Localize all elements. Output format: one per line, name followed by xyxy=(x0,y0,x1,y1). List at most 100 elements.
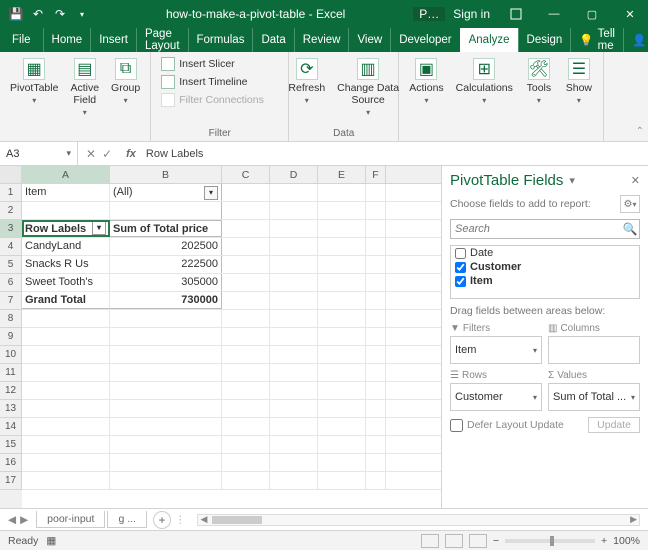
cell-E14[interactable] xyxy=(318,418,366,435)
field-customer[interactable]: Customer xyxy=(451,260,639,274)
cell-A12[interactable] xyxy=(22,382,110,399)
cell-A3[interactable]: Row Labels▾ xyxy=(22,220,110,237)
tab-view[interactable]: View xyxy=(348,28,390,52)
cell-E10[interactable] xyxy=(318,346,366,363)
cell-A1[interactable]: Item xyxy=(22,184,110,201)
cell-A14[interactable] xyxy=(22,418,110,435)
col-header-f[interactable]: F xyxy=(366,166,386,183)
sheet-nav-prev-icon[interactable]: ◀ xyxy=(8,514,16,526)
pane-dropdown-icon[interactable]: ▾ xyxy=(569,174,575,187)
cell-D11[interactable] xyxy=(270,364,318,381)
cell-F6[interactable] xyxy=(366,274,386,291)
cell-F17[interactable] xyxy=(366,472,386,489)
field-item[interactable]: Item xyxy=(451,274,639,288)
row-header-5[interactable]: 5 xyxy=(0,256,22,274)
cell-E7[interactable] xyxy=(318,292,366,309)
cell-C11[interactable] xyxy=(222,364,270,381)
cell-C15[interactable] xyxy=(222,436,270,453)
row-header-14[interactable]: 14 xyxy=(0,418,22,436)
cell-D16[interactable] xyxy=(270,454,318,471)
values-area[interactable]: Sum of Total ...▾ xyxy=(548,383,640,411)
zoom-in-button[interactable]: + xyxy=(601,535,607,547)
cell-E3[interactable] xyxy=(318,220,366,237)
row-header-8[interactable]: 8 xyxy=(0,310,22,328)
cell-B4[interactable]: 202500 xyxy=(110,238,222,255)
cell-E1[interactable] xyxy=(318,184,366,201)
macro-record-icon[interactable]: ▦ xyxy=(46,535,56,547)
spreadsheet-grid[interactable]: A B C D E F 1234567891011121314151617 It… xyxy=(0,166,442,508)
calculations-button[interactable]: ⊞Calculations▾ xyxy=(452,56,517,107)
cell-F13[interactable] xyxy=(366,400,386,417)
row-header-3[interactable]: 3 xyxy=(0,220,22,238)
active-field-button[interactable]: ▤Active Field▾ xyxy=(66,56,103,119)
ribbon-options-icon[interactable] xyxy=(498,0,534,28)
actions-button[interactable]: ▣Actions▾ xyxy=(405,56,447,107)
cell-C13[interactable] xyxy=(222,400,270,417)
row-header-7[interactable]: 7 xyxy=(0,292,22,310)
row-header-17[interactable]: 17 xyxy=(0,472,22,490)
cell-B9[interactable] xyxy=(110,328,222,345)
cell-C7[interactable] xyxy=(222,292,270,309)
zoom-out-button[interactable]: − xyxy=(493,535,499,547)
col-header-b[interactable]: B xyxy=(110,166,222,183)
cell-D9[interactable] xyxy=(270,328,318,345)
cell-F3[interactable] xyxy=(366,220,386,237)
chevron-down-icon[interactable]: ▾ xyxy=(66,148,71,159)
cell-F11[interactable] xyxy=(366,364,386,381)
cell-B7[interactable]: 730000 xyxy=(110,292,222,309)
cell-B12[interactable] xyxy=(110,382,222,399)
row-header-16[interactable]: 16 xyxy=(0,454,22,472)
cell-C9[interactable] xyxy=(222,328,270,345)
cell-F4[interactable] xyxy=(366,238,386,255)
tell-me[interactable]: 💡Tell me xyxy=(570,28,623,52)
tab-review[interactable]: Review xyxy=(294,28,349,52)
tab-file[interactable]: File xyxy=(0,28,43,52)
cell-E6[interactable] xyxy=(318,274,366,291)
tab-formulas[interactable]: Formulas xyxy=(188,28,253,52)
field-date[interactable]: Date xyxy=(451,246,639,260)
cell-A11[interactable] xyxy=(22,364,110,381)
cell-D2[interactable] xyxy=(270,202,318,219)
undo-icon[interactable]: ↶ xyxy=(28,4,48,24)
sign-in-button[interactable]: Sign in xyxy=(447,7,496,21)
cell-D15[interactable] xyxy=(270,436,318,453)
redo-icon[interactable]: ↷ xyxy=(50,4,70,24)
cell-C8[interactable] xyxy=(222,310,270,327)
row-header-2[interactable]: 2 xyxy=(0,202,22,220)
cell-B8[interactable] xyxy=(110,310,222,327)
row-header-6[interactable]: 6 xyxy=(0,274,22,292)
cell-F14[interactable] xyxy=(366,418,386,435)
cell-B10[interactable] xyxy=(110,346,222,363)
normal-view-button[interactable] xyxy=(421,534,439,548)
save-icon[interactable]: 💾 xyxy=(6,4,26,24)
cell-D10[interactable] xyxy=(270,346,318,363)
cell-E17[interactable] xyxy=(318,472,366,489)
cell-A17[interactable] xyxy=(22,472,110,489)
cell-D17[interactable] xyxy=(270,472,318,489)
minimize-button[interactable]: — xyxy=(536,0,572,28)
insert-timeline-button[interactable]: Insert Timeline xyxy=(157,74,268,90)
cell-B14[interactable] xyxy=(110,418,222,435)
cell-B1[interactable]: (All)▾ xyxy=(110,184,222,201)
field-item-checkbox[interactable] xyxy=(455,276,466,287)
cell-A13[interactable] xyxy=(22,400,110,417)
sheet-tab-2[interactable]: g ... xyxy=(107,511,147,528)
tab-page-layout[interactable]: Page Layout xyxy=(136,28,188,52)
col-header-c[interactable]: C xyxy=(222,166,270,183)
cell-E2[interactable] xyxy=(318,202,366,219)
show-button[interactable]: ☰Show▾ xyxy=(561,56,597,107)
tab-design[interactable]: Design xyxy=(518,28,571,52)
cell-B17[interactable] xyxy=(110,472,222,489)
cell-A16[interactable] xyxy=(22,454,110,471)
cell-B15[interactable] xyxy=(110,436,222,453)
filter-dropdown-icon[interactable]: ▾ xyxy=(204,186,218,200)
select-all-corner[interactable] xyxy=(0,166,22,183)
tab-insert[interactable]: Insert xyxy=(90,28,136,52)
col-header-d[interactable]: D xyxy=(270,166,318,183)
horizontal-scrollbar[interactable]: ◀ ▶ xyxy=(197,514,640,526)
cell-C3[interactable] xyxy=(222,220,270,237)
row-header-15[interactable]: 15 xyxy=(0,436,22,454)
cell-E12[interactable] xyxy=(318,382,366,399)
cell-B2[interactable] xyxy=(110,202,222,219)
cell-C17[interactable] xyxy=(222,472,270,489)
